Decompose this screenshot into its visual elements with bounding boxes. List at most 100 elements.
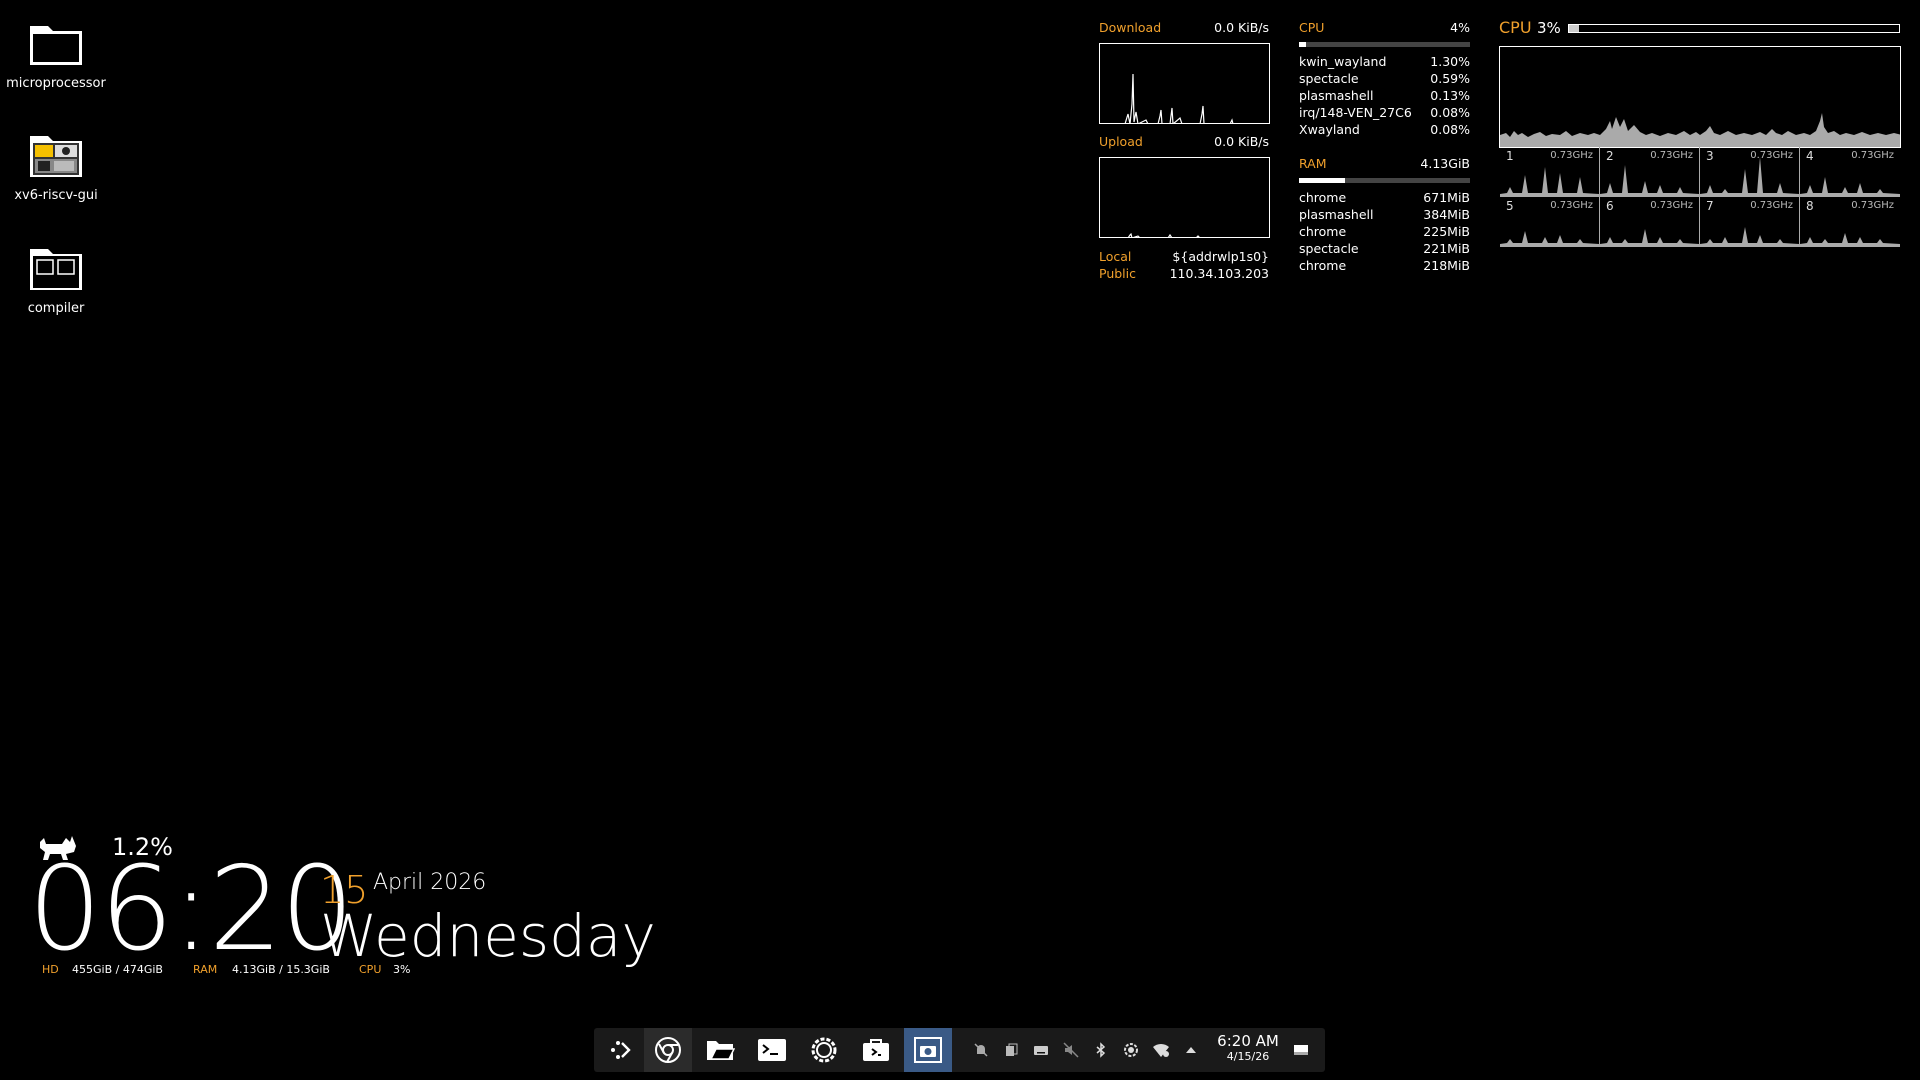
cpu-core-6: 6 0.73GHz: [1600, 197, 1700, 247]
chevron-up-icon[interactable]: [1176, 1028, 1206, 1072]
tray-clock[interactable]: 6:20 AM 4/15/26: [1208, 1032, 1288, 1063]
cpu-total-graph: [1499, 46, 1901, 148]
download-value: 0.0 KiB/s: [1214, 20, 1269, 35]
desktop-icon-xv6-riscv-gui[interactable]: xv6-riscv-gui: [1, 130, 111, 203]
cpu-cores-value: 3%: [1537, 19, 1561, 37]
tray-date: 4/15/26: [1226, 1050, 1270, 1063]
keyboard-icon[interactable]: [1026, 1028, 1056, 1072]
tray-time: 6:20 AM: [1217, 1032, 1279, 1050]
file-manager-icon: [707, 1041, 735, 1060]
upload-label: Upload: [1099, 134, 1143, 149]
core-graph: [1500, 167, 1599, 197]
download-graph-line: [1124, 73, 1234, 123]
ram-process-name: plasmashell: [1299, 207, 1374, 222]
ram-label: RAM: [193, 963, 218, 976]
app-launcher-button[interactable]: [596, 1028, 644, 1072]
folder-icon: [28, 18, 84, 68]
cpu-proc-value: 4%: [1450, 20, 1470, 35]
chrome-icon: [655, 1037, 681, 1063]
ram-process-value: 221MiB: [1423, 241, 1470, 256]
ram-process-value: 384MiB: [1423, 207, 1470, 222]
desktop-icon-label: compiler: [27, 301, 85, 316]
ram-process-name: chrome: [1299, 224, 1347, 239]
local-ip-value: ${addrwlp1s0}: [1172, 249, 1269, 264]
cpu-process-name: Xwayland: [1299, 122, 1360, 137]
core-graph: [1800, 177, 1900, 197]
brightness-icon[interactable]: [1116, 1028, 1146, 1072]
cpu-process-value: 0.08%: [1430, 105, 1470, 120]
core-graph: [1800, 233, 1900, 247]
core-graph: [1700, 157, 1799, 197]
show-desktop-button[interactable]: [1286, 1028, 1316, 1072]
cpu-usage-bar: [1299, 42, 1470, 47]
settings-button[interactable]: [800, 1028, 848, 1072]
download-label: Download: [1099, 20, 1162, 35]
upload-value: 0.0 KiB/s: [1214, 134, 1269, 149]
clock-time: 06:20: [28, 842, 354, 977]
cpu-process-name: plasmashell: [1299, 88, 1374, 103]
ram-proc-label: RAM: [1299, 156, 1327, 171]
ram-usage-bar-fill: [1299, 178, 1346, 183]
ram-process-name: chrome: [1299, 258, 1347, 273]
cpu-core-8: 8 0.73GHz: [1800, 197, 1900, 247]
cpu-process-value: 0.08%: [1430, 122, 1470, 137]
cpu-cores-label: CPU: [1499, 18, 1532, 37]
clock-weekday: Wednesday: [320, 902, 656, 970]
ram-process-value: 671MiB: [1423, 190, 1470, 205]
chrome-button[interactable]: [644, 1028, 692, 1072]
ram-process-name: spectacle: [1299, 241, 1359, 256]
show-desktop-icon: [1294, 1045, 1308, 1055]
volume-muted-icon[interactable]: [1056, 1028, 1086, 1072]
settings-icon: [811, 1037, 837, 1063]
cpu-label: CPU: [359, 963, 382, 976]
cpu-core-5: 5 0.73GHz: [1500, 197, 1600, 247]
cpu-proc-label: CPU: [1299, 20, 1325, 35]
cpu-process-value: 1.30%: [1430, 54, 1470, 69]
screenshot-icon: [914, 1037, 942, 1063]
public-ip-label: Public: [1099, 266, 1136, 281]
desktop-icon-label: xv6-riscv-gui: [14, 188, 98, 203]
app-launcher-icon: [611, 1041, 631, 1059]
cpu-process-name: spectacle: [1299, 71, 1359, 86]
cpu-core-7: 7 0.73GHz: [1700, 197, 1800, 247]
file-manager-button[interactable]: [696, 1028, 744, 1072]
folder-thumbnail-icon: [28, 130, 84, 180]
hd-label: HD: [42, 963, 59, 976]
cpu-process-name: kwin_wayland: [1299, 54, 1387, 69]
wifi-icon[interactable]: [1146, 1028, 1176, 1072]
ram-usage-bar: [1299, 178, 1470, 183]
notifications-off-icon[interactable]: [966, 1028, 996, 1072]
screenshot-button[interactable]: [904, 1028, 952, 1072]
clipboard-icon[interactable]: [996, 1028, 1026, 1072]
cpu-total-graph-area: [1500, 113, 1900, 147]
desktop-icon-label: microprocessor: [6, 76, 106, 91]
terminal-button[interactable]: [748, 1028, 796, 1072]
cpu-process-value: 0.59%: [1430, 71, 1470, 86]
ram-process-value: 218MiB: [1423, 258, 1470, 273]
cpu-value: 3%: [393, 963, 411, 976]
taskbar: 6:20 AM 4/15/26: [594, 1028, 1325, 1072]
hd-value: 455GiB / 474GiB: [72, 963, 163, 976]
cpu-total-bar: [1568, 24, 1900, 33]
core-graph: [1500, 231, 1599, 247]
upload-graph-line: [1127, 232, 1200, 237]
cpu-core-2: 2 0.73GHz: [1600, 147, 1700, 197]
local-ip-label: Local: [1099, 249, 1132, 264]
bluetooth-icon[interactable]: [1086, 1028, 1116, 1072]
desktop-icon-microprocessor[interactable]: microprocessor: [1, 18, 111, 91]
cpu-core-3: 3 0.73GHz: [1700, 147, 1800, 197]
upload-graph: [1099, 157, 1270, 238]
terminal-icon: [758, 1039, 786, 1061]
core-graph: [1700, 227, 1799, 247]
cpu-process-value: 0.13%: [1430, 88, 1470, 103]
cpu-total-bar-fill: [1569, 25, 1579, 32]
ram-process-name: chrome: [1299, 190, 1347, 205]
desktop-icon-compiler[interactable]: compiler: [1, 243, 111, 316]
public-ip-value: 110.34.103.203: [1169, 266, 1269, 281]
clock-month-year: April 2026: [373, 870, 487, 895]
core-graph: [1600, 229, 1699, 247]
download-graph: [1099, 43, 1270, 124]
core-graph: [1600, 165, 1699, 197]
store-button[interactable]: [852, 1028, 900, 1072]
ram-value: 4.13GiB / 15.3GiB: [232, 963, 330, 976]
